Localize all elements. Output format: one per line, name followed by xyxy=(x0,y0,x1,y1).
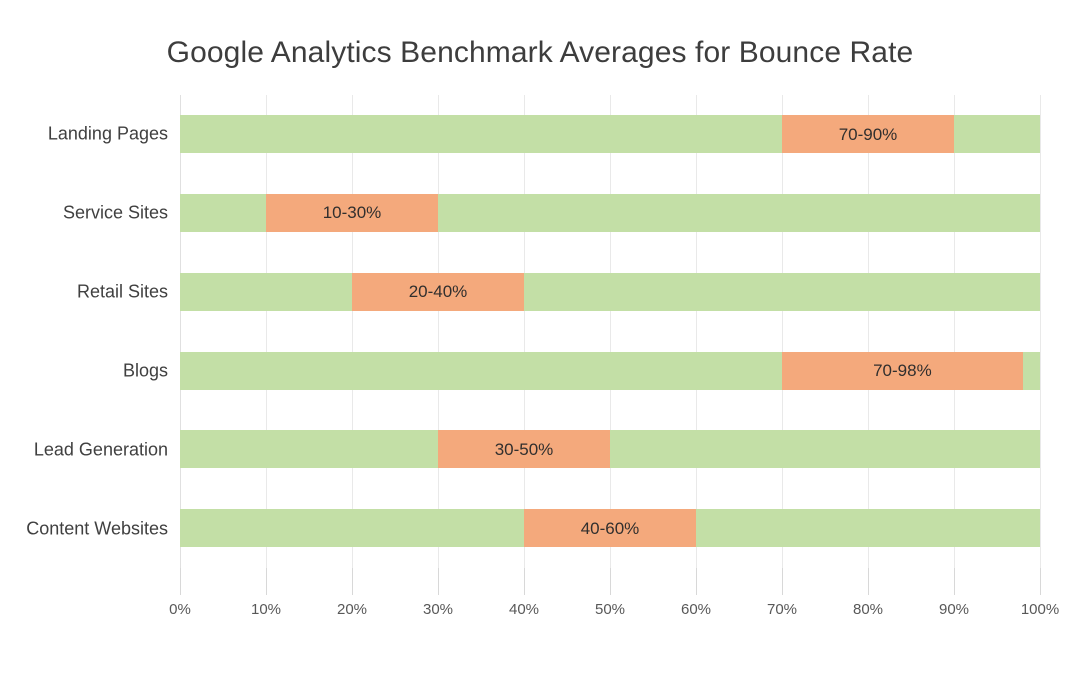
x-axis-tick xyxy=(954,568,955,595)
bar-value-label: 70-98% xyxy=(873,361,932,380)
x-axis-tick-label: 10% xyxy=(250,601,282,618)
x-axis-tick xyxy=(696,568,697,595)
bar-band: 70-90% xyxy=(180,95,1040,174)
bar-track[interactable]: 70-90% xyxy=(180,115,1040,153)
x-axis: 0% 10% 20% 30% 40% 50% 60% 70% 80% 90% 100% xyxy=(169,568,1059,628)
chart-title: Google Analytics Benchmark Averages for … xyxy=(166,36,914,69)
x-axis-tick xyxy=(868,568,869,595)
x-axis-tick-label: 30% xyxy=(422,601,454,618)
bar-track[interactable]: 20-40% xyxy=(180,272,1040,311)
x-axis-tick-label: 20% xyxy=(336,601,368,618)
x-axis-tick-label: 100% xyxy=(1020,601,1060,618)
bounce-rate-benchmark-chart: Google Analytics Benchmark Averages for … xyxy=(0,0,1080,675)
gridline xyxy=(1040,95,1041,568)
bar-value-label: 70-90% xyxy=(838,124,898,144)
bar-range-segment[interactable]: 20-40% xyxy=(352,272,524,311)
bar-range-segment[interactable]: 70-90% xyxy=(782,115,954,153)
bar-range-segment[interactable]: 10-30% xyxy=(266,193,438,232)
x-axis-tick xyxy=(610,568,611,595)
bar-value-label: 10-30% xyxy=(322,203,382,223)
bar-range-segment[interactable]: 30-50% xyxy=(438,430,610,469)
x-axis-tick xyxy=(782,568,783,595)
bar-track[interactable]: 40-60% xyxy=(180,509,1040,548)
y-axis-category-labels: Landing Pages Service Sites Retail Sites Bl… xyxy=(0,95,168,568)
y-axis-label: Blogs xyxy=(122,360,168,381)
x-axis-tick-label: 70% xyxy=(766,601,798,618)
bar-band: 10-30% xyxy=(180,174,1040,253)
y-axis-label: Service Sites xyxy=(62,202,168,223)
x-axis-tick xyxy=(524,568,525,595)
x-axis-tick-label: 80% xyxy=(852,601,884,618)
x-axis-tick xyxy=(1040,568,1041,595)
x-axis-tick-label: 0% xyxy=(169,601,191,618)
plot-area: 70-90% 10-30% 20-40% 70-98% 30-50% 40-60% xyxy=(180,95,1041,568)
x-axis-tick xyxy=(180,568,181,595)
x-axis-tick xyxy=(266,568,267,595)
bar-range-segment[interactable]: 70-98% xyxy=(782,351,1023,390)
y-axis-label: Retail Sites xyxy=(76,281,168,302)
bar-value-label: 40-60% xyxy=(580,518,640,538)
x-axis-tick-label: 60% xyxy=(680,601,712,618)
bar-value-label: 20-40% xyxy=(408,282,468,302)
y-axis-label: Lead Generation xyxy=(33,439,168,460)
bar-track[interactable]: 10-30% xyxy=(180,193,1040,232)
bar-track[interactable]: 70-98% xyxy=(180,351,1040,390)
bar-band: 30-50% xyxy=(180,410,1040,489)
x-axis-tick-label: 40% xyxy=(508,601,540,618)
bar-band: 40-60% xyxy=(180,489,1040,568)
bar-track[interactable]: 30-50% xyxy=(180,430,1040,469)
bar-range-segment[interactable]: 40-60% xyxy=(524,509,696,548)
y-axis-label: Content Websites xyxy=(26,518,168,539)
y-axis-label: Landing Pages xyxy=(47,123,168,144)
x-axis-tick xyxy=(352,568,353,595)
x-axis-tick xyxy=(438,568,439,595)
bar-value-label: 30-50% xyxy=(494,439,554,459)
x-axis-tick-label: 90% xyxy=(938,601,970,618)
bar-band: 70-98% xyxy=(180,332,1040,411)
bar-band: 20-40% xyxy=(180,253,1040,332)
x-axis-tick-label: 50% xyxy=(594,601,626,618)
